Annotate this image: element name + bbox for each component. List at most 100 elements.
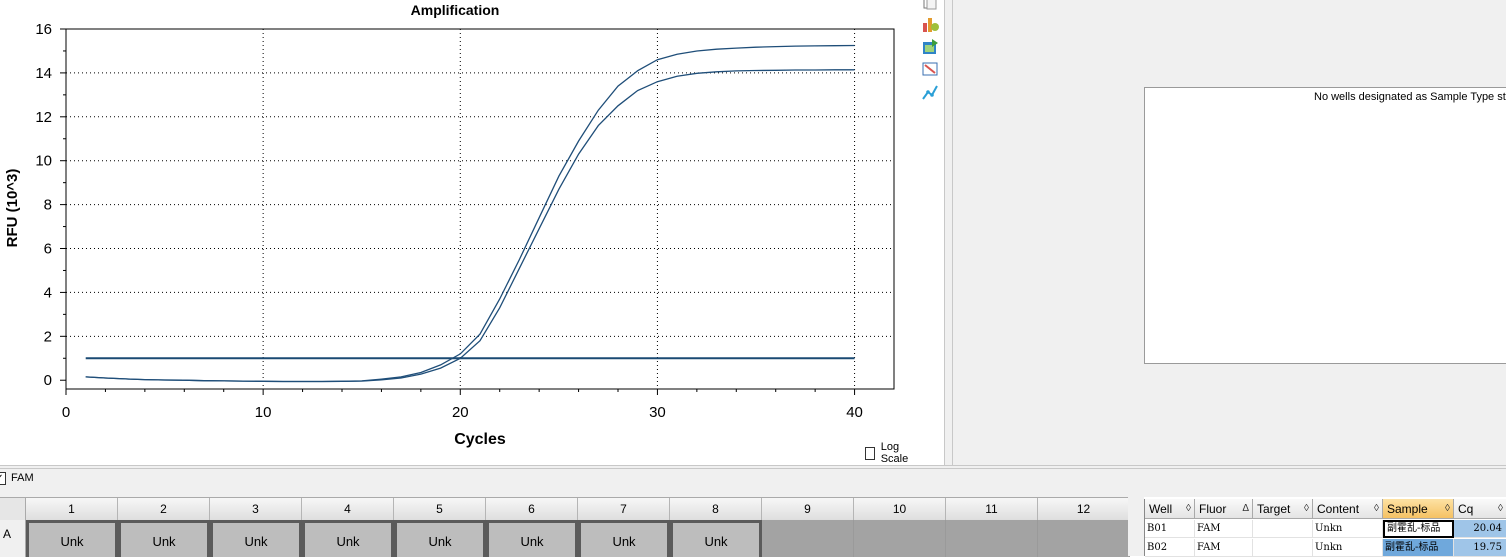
log-scale-label: Log Scale — [880, 441, 909, 465]
log-scale-toggle[interactable]: Log Scale — [865, 441, 915, 465]
well-a2[interactable]: Unk — [118, 520, 210, 557]
cell-content: Unkn — [1313, 520, 1383, 538]
column-header-12[interactable]: 12 — [1038, 498, 1130, 520]
cell-fluor: FAM — [1195, 520, 1253, 538]
export-chart-icon[interactable] — [920, 37, 940, 57]
amplification-chart-panel: 0 10 20 30 40 0 2 4 6 8 10 12 14 16 Amplification Cyc… — [0, 0, 915, 465]
sort-indicator-icon[interactable]: ◊ — [1186, 499, 1191, 519]
column-header-11[interactable]: 11 — [946, 498, 1038, 520]
fluorophore-bar — [0, 469, 1506, 497]
column-header-1[interactable]: 1 — [26, 498, 118, 520]
cell-cq: 20.04 — [1454, 520, 1506, 538]
log-scale-checkbox[interactable] — [865, 446, 875, 460]
well-data-table: Well ◊ Fluor Δ Target ◊ Content ◊ Sample ◊ Cq ◊ B01 F… — [1144, 499, 1506, 557]
cell-well: B02 — [1145, 539, 1195, 557]
y-tick-label: 4 — [44, 284, 52, 301]
column-header-label: Cq — [1458, 502, 1474, 516]
well-a5[interactable]: Unk — [394, 520, 486, 557]
y-tick-label: 8 — [44, 197, 52, 214]
vertical-splitter[interactable] — [944, 0, 953, 465]
well-a12[interactable] — [1038, 520, 1130, 557]
y-tick-label: 0 — [44, 372, 52, 389]
chart-settings-icon[interactable] — [920, 14, 940, 34]
amplification-chart[interactable]: 0 10 20 30 40 0 2 4 6 8 10 12 14 16 Amplification Cyc… — [0, 0, 915, 465]
sort-indicator-icon[interactable]: ◊ — [1445, 499, 1450, 519]
well-content-label: Unk — [520, 534, 544, 549]
column-header-label: Fluor — [1199, 502, 1227, 516]
column-header-8[interactable]: 8 — [670, 498, 762, 520]
column-header-label: Sample — [1387, 502, 1428, 516]
well-content-label: Unk — [60, 534, 84, 549]
fam-checkbox[interactable]: ✓ — [0, 472, 6, 485]
cell-sample[interactable]: 副霍乱-标品 — [1383, 520, 1454, 538]
column-header-fluor[interactable]: Fluor Δ — [1195, 499, 1253, 519]
table-gutter — [1128, 497, 1144, 556]
y-tick-label: 2 — [44, 328, 52, 345]
column-header-well[interactable]: Well ◊ — [1145, 499, 1195, 519]
column-header-label: Well — [1149, 502, 1173, 516]
column-header-9[interactable]: 9 — [762, 498, 854, 520]
well-content-label: Unk — [704, 534, 728, 549]
cell-target — [1253, 539, 1313, 557]
cell-content: Unkn — [1313, 539, 1383, 557]
column-header-2[interactable]: 2 — [118, 498, 210, 520]
x-tick-label: 20 — [452, 404, 469, 421]
standard-curve-chart[interactable]: No wells designated as Sample Type stand… — [1144, 87, 1506, 364]
cell-cq: 19.75 — [1454, 539, 1506, 557]
sort-indicator-icon[interactable]: ◊ — [1374, 499, 1379, 519]
column-header-5[interactable]: 5 — [394, 498, 486, 520]
well-a7[interactable]: Unk — [578, 520, 670, 557]
row-header-a[interactable]: A — [0, 520, 26, 557]
plate-view: A 1 Unk 2 Unk 3 Unk 4 Unk 5 Unk 6 Unk 7 Unk 8 Unk 9 10 11 1… — [0, 497, 1130, 557]
sort-indicator-icon[interactable]: ◊ — [1498, 499, 1503, 519]
well-a10[interactable] — [854, 520, 946, 557]
cell-fluor: FAM — [1195, 539, 1253, 557]
y-tick-label: 6 — [44, 241, 52, 258]
sort-indicator-icon[interactable]: ◊ — [1304, 499, 1309, 519]
well-a11[interactable] — [946, 520, 1038, 557]
y-tick-label: 14 — [35, 65, 52, 82]
column-header-4[interactable]: 4 — [302, 498, 394, 520]
well-content-label: Unk — [336, 534, 360, 549]
y-tick-label: 16 — [35, 21, 52, 38]
x-tick-label: 0 — [62, 404, 70, 421]
well-a6[interactable]: Unk — [486, 520, 578, 557]
standard-curve-panel: No wells designated as Sample Type stand… — [953, 0, 1506, 465]
column-header-7[interactable]: 7 — [578, 498, 670, 520]
plate-corner — [0, 498, 26, 520]
column-header-target[interactable]: Target ◊ — [1253, 499, 1313, 519]
table-row[interactable]: B02 FAM Unkn 副霍乱-标品 19.75 — [1145, 539, 1506, 557]
column-header-cq[interactable]: Cq ◊ — [1454, 499, 1506, 519]
column-header-sample[interactable]: Sample ◊ — [1383, 499, 1454, 519]
y-tick-label: 12 — [35, 109, 52, 126]
well-a8[interactable]: Unk — [670, 520, 762, 557]
sort-indicator-icon[interactable]: Δ — [1242, 499, 1249, 519]
well-a4[interactable]: Unk — [302, 520, 394, 557]
column-header-label: Target — [1257, 502, 1291, 516]
table-row[interactable]: B01 FAM Unkn 副霍乱-标品 20.04 — [1145, 520, 1506, 538]
column-header-10[interactable]: 10 — [854, 498, 946, 520]
column-header-label: Content — [1317, 502, 1360, 516]
cell-sample[interactable]: 副霍乱-标品 — [1383, 539, 1454, 557]
well-content-label: Unk — [612, 534, 636, 549]
zoom-chart-icon[interactable] — [920, 59, 940, 79]
chart-title: Amplification — [411, 2, 500, 18]
cell-well: B01 — [1145, 520, 1195, 538]
column-header-6[interactable]: 6 — [486, 498, 578, 520]
y-tick-label: 10 — [35, 153, 52, 170]
plot-line-icon[interactable] — [920, 83, 940, 103]
column-header-content[interactable]: Content ◊ — [1313, 499, 1383, 519]
well-a1[interactable]: Unk — [26, 520, 118, 557]
well-a3[interactable]: Unk — [210, 520, 302, 557]
well-content-label: Unk — [244, 534, 268, 549]
x-tick-label: 40 — [846, 404, 863, 421]
x-axis-label: Cycles — [454, 431, 506, 448]
cell-target — [1253, 520, 1313, 538]
x-tick-label: 10 — [255, 404, 272, 421]
standard-curve-message: No wells designated as Sample Type stand… — [1314, 91, 1506, 103]
copy-icon[interactable] — [920, 0, 940, 12]
column-header-3[interactable]: 3 — [210, 498, 302, 520]
fam-label: FAM — [11, 472, 34, 484]
well-a9[interactable] — [762, 520, 854, 557]
well-content-label: Unk — [152, 534, 176, 549]
